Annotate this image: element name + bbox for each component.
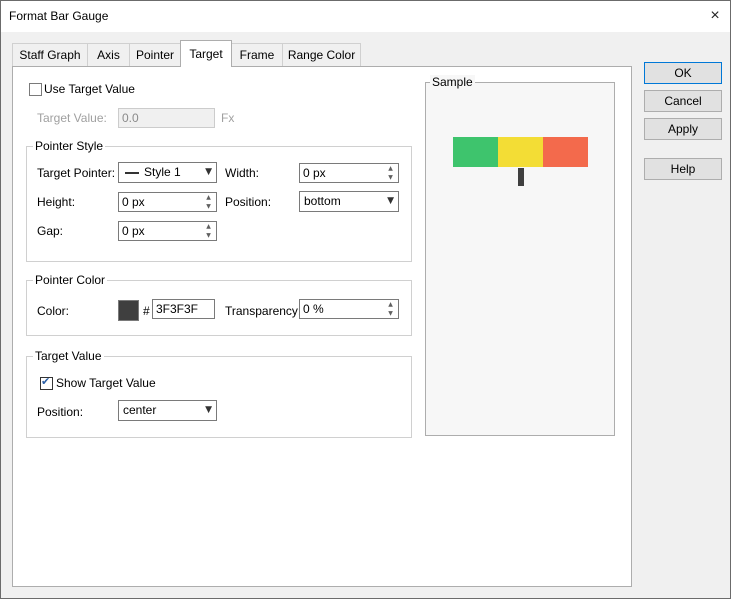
transparency-value: 0 % bbox=[303, 302, 324, 316]
target-position-value: center bbox=[123, 403, 157, 417]
color-label: Color: bbox=[37, 304, 70, 318]
dialog-title: Format Bar Gauge bbox=[9, 9, 109, 23]
target-value-group: Target Value bbox=[26, 349, 412, 438]
chevron-down-icon: ▼ bbox=[205, 405, 212, 415]
tab-staff-graph[interactable]: Staff Graph bbox=[12, 43, 88, 66]
help-button[interactable]: Help bbox=[644, 158, 722, 180]
position-label: Position: bbox=[225, 195, 272, 209]
tab-range-color[interactable]: Range Color bbox=[282, 43, 361, 66]
hash-label: # bbox=[143, 304, 150, 318]
height-input[interactable]: 0 px ▲ ▼ bbox=[118, 192, 217, 212]
gauge-range-red bbox=[543, 137, 588, 167]
color-hex-value: 3F3F3F bbox=[156, 302, 199, 316]
use-target-value-checkbox[interactable] bbox=[29, 83, 42, 96]
pointer-color-title: Pointer Color bbox=[33, 273, 108, 287]
gauge-range-green bbox=[453, 137, 498, 167]
tab-pointer[interactable]: Pointer bbox=[129, 43, 181, 66]
tab-frame[interactable]: Frame bbox=[231, 43, 283, 66]
show-target-value-checkbox[interactable] bbox=[40, 375, 53, 390]
spin-up-icon[interactable]: ▲ bbox=[201, 222, 216, 231]
chevron-down-icon: ▼ bbox=[387, 196, 394, 206]
chevron-down-icon: ▼ bbox=[205, 167, 212, 177]
gauge-target-pointer bbox=[518, 168, 524, 186]
target-position-label: Position: bbox=[37, 405, 84, 419]
target-pointer-label: Target Pointer: bbox=[37, 166, 116, 180]
spin-up-icon[interactable]: ▲ bbox=[201, 193, 216, 202]
transparency-spinner[interactable]: ▲ ▼ bbox=[383, 300, 398, 318]
height-label: Height: bbox=[37, 195, 76, 209]
width-label: Width: bbox=[225, 166, 260, 180]
width-value: 0 px bbox=[303, 166, 326, 180]
format-bar-gauge-dialog: Format Bar Gauge × Staff Graph Axis Poin… bbox=[0, 0, 731, 599]
spin-up-icon[interactable]: ▲ bbox=[383, 300, 398, 309]
ok-button[interactable]: OK bbox=[644, 62, 722, 84]
spin-down-icon[interactable]: ▼ bbox=[201, 231, 216, 240]
apply-button[interactable]: Apply bbox=[644, 118, 722, 140]
height-spinner[interactable]: ▲ ▼ bbox=[201, 193, 216, 211]
gauge-range-yellow bbox=[498, 137, 543, 167]
transparency-input[interactable]: 0 % ▲ ▼ bbox=[299, 299, 399, 319]
transparency-label: Transparency: bbox=[225, 304, 302, 318]
gap-spinner[interactable]: ▲ ▼ bbox=[201, 222, 216, 240]
gap-value: 0 px bbox=[122, 224, 145, 238]
gap-label: Gap: bbox=[37, 224, 64, 238]
pointer-color-swatch[interactable] bbox=[118, 300, 139, 321]
show-target-value-label: Show Target Value bbox=[56, 376, 156, 390]
sample-title: Sample bbox=[430, 75, 475, 89]
height-value: 0 px bbox=[122, 195, 145, 209]
target-pointer-value: Style 1 bbox=[144, 165, 181, 179]
target-pointer-select[interactable]: Style 1 ▼ bbox=[118, 162, 217, 183]
cancel-button[interactable]: Cancel bbox=[644, 90, 722, 112]
target-position-select[interactable]: center ▼ bbox=[118, 400, 217, 421]
use-target-value-label: Use Target Value bbox=[44, 82, 135, 96]
gap-input[interactable]: 0 px ▲ ▼ bbox=[118, 221, 217, 241]
target-value-title: Target Value bbox=[33, 349, 104, 363]
spin-down-icon[interactable]: ▼ bbox=[383, 173, 398, 182]
pointer-style-title: Pointer Style bbox=[33, 139, 106, 153]
position-select[interactable]: bottom ▼ bbox=[299, 191, 399, 212]
target-value-text: 0.0 bbox=[122, 111, 139, 125]
spin-up-icon[interactable]: ▲ bbox=[383, 164, 398, 173]
width-spinner[interactable]: ▲ ▼ bbox=[383, 164, 398, 182]
target-tab-panel: Use Target Value Target Value: 0.0 Fx Po… bbox=[12, 66, 632, 587]
line-style-icon bbox=[125, 171, 139, 174]
width-input[interactable]: 0 px ▲ ▼ bbox=[299, 163, 399, 183]
target-value-input[interactable]: 0.0 bbox=[118, 108, 215, 128]
title-bar: Format Bar Gauge × bbox=[1, 1, 730, 32]
tab-axis[interactable]: Axis bbox=[87, 43, 130, 66]
spin-down-icon[interactable]: ▼ bbox=[201, 202, 216, 211]
position-value: bottom bbox=[304, 194, 341, 208]
spin-down-icon[interactable]: ▼ bbox=[383, 309, 398, 318]
target-value-label: Target Value: bbox=[37, 111, 107, 125]
color-hex-input[interactable]: 3F3F3F bbox=[152, 299, 215, 319]
sample-group: Sample bbox=[425, 75, 615, 436]
close-icon[interactable]: × bbox=[703, 5, 727, 27]
fx-button[interactable]: Fx bbox=[221, 111, 234, 125]
tab-target[interactable]: Target bbox=[180, 40, 232, 67]
